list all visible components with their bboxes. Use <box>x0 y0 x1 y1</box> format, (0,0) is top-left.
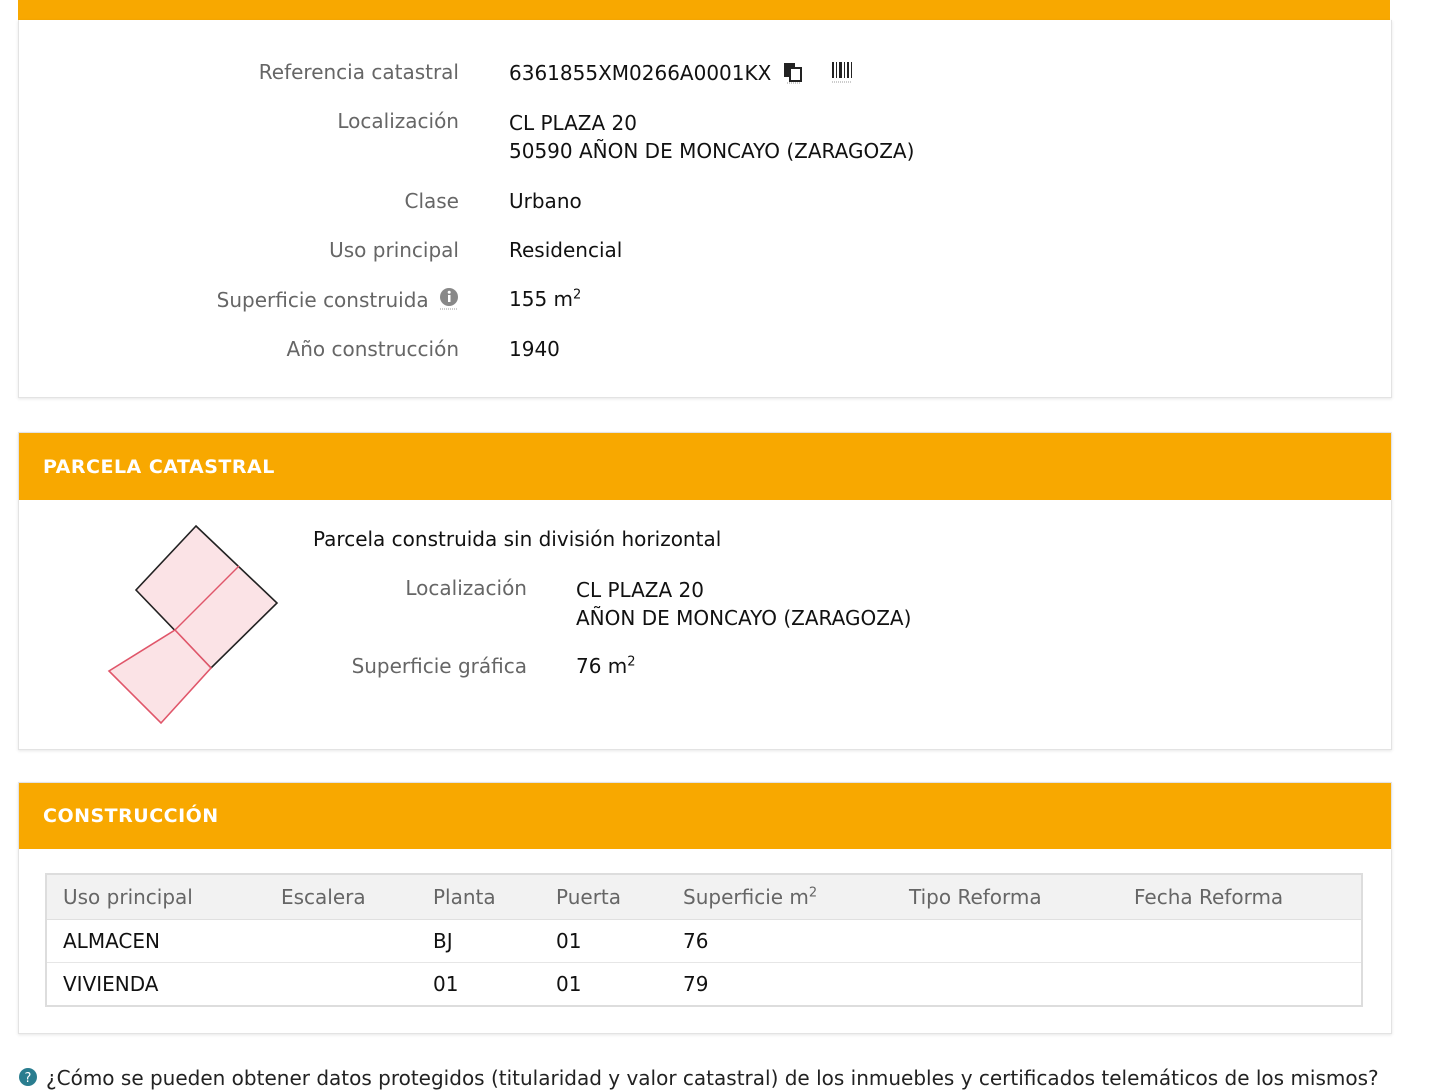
cell-escalera <box>265 919 417 963</box>
table-row: ALMACEN BJ 01 76 <box>46 919 1362 963</box>
col-escalera: Escalera <box>265 874 417 920</box>
clase-value: Urbano <box>509 189 582 213</box>
construccion-panel: CONSTRUCCIÓN Uso principal Escalera Plan… <box>18 782 1392 1034</box>
table-row: VIVIENDA 01 01 79 <box>46 962 1362 1006</box>
superficie-construida-text: Superficie construida <box>216 288 429 312</box>
localizacion-line2: 50590 AÑON DE MONCAYO (ZARAGOZA) <box>509 139 915 163</box>
col-planta: Planta <box>417 874 540 920</box>
localizacion-value: CL PLAZA 20 50590 AÑON DE MONCAYO (ZARAG… <box>509 109 914 165</box>
cell-superficie: 79 <box>667 962 893 1006</box>
localizacion-line1: CL PLAZA 20 <box>509 111 637 135</box>
uso-principal-label: Uso principal <box>329 238 459 262</box>
col-superficie-sup: 2 <box>808 885 818 901</box>
parcela-localizacion-label: Localización <box>405 576 527 600</box>
cell-tipo-reforma <box>893 919 1118 963</box>
superficie-construida-label: Superficie construida <box>217 287 459 316</box>
info-icon[interactable] <box>439 287 459 316</box>
construccion-header: CONSTRUCCIÓN <box>19 783 1391 849</box>
parcela-localizacion-line1: CL PLAZA 20 <box>576 578 704 602</box>
cell-puerta: 01 <box>540 962 667 1006</box>
cell-fecha-reforma <box>1118 962 1362 1006</box>
referencia-value: 6361855XM0266A0001KX <box>509 60 854 89</box>
parcela-subtitle: Parcela construida sin división horizont… <box>313 527 722 551</box>
cell-planta: 01 <box>417 962 540 1006</box>
parcela-localizacion-line2: AÑON DE MONCAYO (ZARAGOZA) <box>576 606 912 630</box>
superficie-grafica-value: 76 m2 <box>576 654 636 678</box>
datos-protegidos-text[interactable]: ¿Cómo se pueden obtener datos protegidos… <box>46 1066 1379 1090</box>
table-header-row: Uso principal Escalera Planta Puerta Sup… <box>46 874 1362 920</box>
cell-planta: BJ <box>417 919 540 963</box>
col-superficie: Superficie m2 <box>667 874 893 920</box>
inmueble-panel: Referencia catastral 6361855XM0266A0001K… <box>18 20 1392 398</box>
copy-icon[interactable] <box>782 60 804 89</box>
cell-puerta: 01 <box>540 919 667 963</box>
cell-fecha-reforma <box>1118 919 1362 963</box>
superficie-grafica-number: 76 m <box>576 654 628 678</box>
parcela-header: PARCELA CATASTRAL <box>19 433 1391 500</box>
cell-superficie: 76 <box>667 919 893 963</box>
superficie-construida-value: 155 m2 <box>509 287 581 311</box>
cell-tipo-reforma <box>893 962 1118 1006</box>
col-puerta: Puerta <box>540 874 667 920</box>
referencia-label: Referencia catastral <box>258 60 459 84</box>
ano-construccion-label: Año construcción <box>286 337 459 361</box>
construccion-body: Uso principal Escalera Planta Puerta Sup… <box>19 847 1391 1027</box>
parcel-map[interactable] <box>99 518 289 728</box>
parcela-localizacion-value: CL PLAZA 20 AÑON DE MONCAYO (ZARAGOZA) <box>576 576 911 632</box>
localizacion-label: Localización <box>337 109 459 133</box>
construccion-table: Uso principal Escalera Planta Puerta Sup… <box>45 873 1363 1007</box>
col-tipo-reforma: Tipo Reforma <box>893 874 1118 920</box>
svg-text:?: ? <box>25 1071 32 1086</box>
superficie-construida-number: 155 m <box>509 287 574 311</box>
superficie-construida-sup: 2 <box>573 287 582 303</box>
cell-escalera <box>265 962 417 1006</box>
cell-uso: ALMACEN <box>46 919 265 963</box>
referencia-text[interactable]: 6361855XM0266A0001KX <box>509 61 771 85</box>
datos-protegidos-link[interactable]: ? ¿Cómo se pueden obtener datos protegid… <box>18 1066 1379 1092</box>
parcela-panel: PARCELA CATASTRAL Parcela construida sin… <box>18 432 1392 750</box>
construccion-title: CONSTRUCCIÓN <box>43 805 219 827</box>
ano-construccion-value: 1940 <box>509 337 560 361</box>
col-superficie-text: Superficie m <box>683 885 809 909</box>
inmueble-header-bar <box>18 0 1390 20</box>
col-uso-principal: Uso principal <box>46 874 265 920</box>
cell-uso: VIVIENDA <box>46 962 265 1006</box>
superficie-grafica-label: Superficie gráfica <box>351 654 527 678</box>
col-fecha-reforma: Fecha Reforma <box>1118 874 1362 920</box>
superficie-grafica-sup: 2 <box>627 654 636 670</box>
parcela-title: PARCELA CATASTRAL <box>43 455 275 478</box>
uso-principal-value: Residencial <box>509 238 623 262</box>
clase-label: Clase <box>404 189 459 213</box>
barcode-icon[interactable] <box>830 60 854 89</box>
